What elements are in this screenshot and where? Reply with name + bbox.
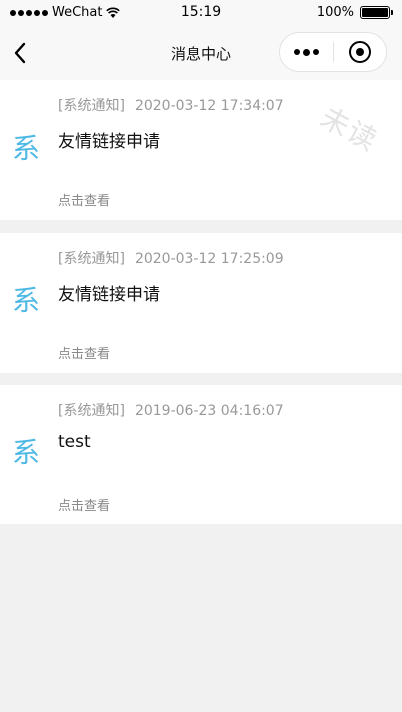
message-tag: [系统通知] xyxy=(58,251,125,267)
status-bar: WeChat 15:19 100% xyxy=(0,0,402,26)
message-time: 2020-03-12 17:25:09 xyxy=(134,251,284,267)
message-meta: [系统通知] 2020-03-12 17:25:09 xyxy=(58,248,284,268)
system-avatar: 系 xyxy=(12,132,41,165)
mini-program-capsule xyxy=(279,32,387,72)
message-tag: [系统通知] xyxy=(58,98,125,114)
message-title: 友情链接申请 xyxy=(58,132,160,152)
system-avatar: 系 xyxy=(12,436,41,469)
message-meta: [系统通知] 2020-03-12 17:34:07 xyxy=(58,95,284,115)
message-card[interactable]: 系 [系统通知] 2020-03-12 17:34:07 友情链接申请 点击查看 … xyxy=(0,80,402,220)
message-time: 2019-06-23 04:16:07 xyxy=(134,403,284,419)
nav-bar: 消息中心 xyxy=(0,26,402,80)
message-title: test xyxy=(58,432,91,452)
view-link[interactable]: 点击查看 xyxy=(58,343,110,362)
view-link[interactable]: 点击查看 xyxy=(58,495,110,514)
message-tag: [系统通知] xyxy=(58,403,125,419)
system-avatar: 系 xyxy=(12,284,41,317)
message-title: 友情链接申请 xyxy=(58,285,160,305)
more-button[interactable] xyxy=(280,33,333,71)
message-card[interactable]: 系 [系统通知] 2019-06-23 04:16:07 test 点击查看 xyxy=(0,385,402,524)
close-button[interactable] xyxy=(334,33,386,71)
battery-icon xyxy=(360,6,393,19)
battery-group: 100% xyxy=(316,5,393,20)
unread-stamp: 未读 xyxy=(315,100,384,158)
battery-fill xyxy=(362,8,388,17)
battery-percent: 100% xyxy=(316,5,354,20)
view-link[interactable]: 点击查看 xyxy=(58,190,110,209)
target-close-icon xyxy=(348,41,371,63)
message-meta: [系统通知] 2019-06-23 04:16:07 xyxy=(58,400,284,420)
message-time: 2020-03-12 17:34:07 xyxy=(134,98,284,114)
message-card[interactable]: 系 [系统通知] 2020-03-12 17:25:09 友情链接申请 点击查看 xyxy=(0,233,402,373)
more-dots-icon xyxy=(294,49,300,55)
